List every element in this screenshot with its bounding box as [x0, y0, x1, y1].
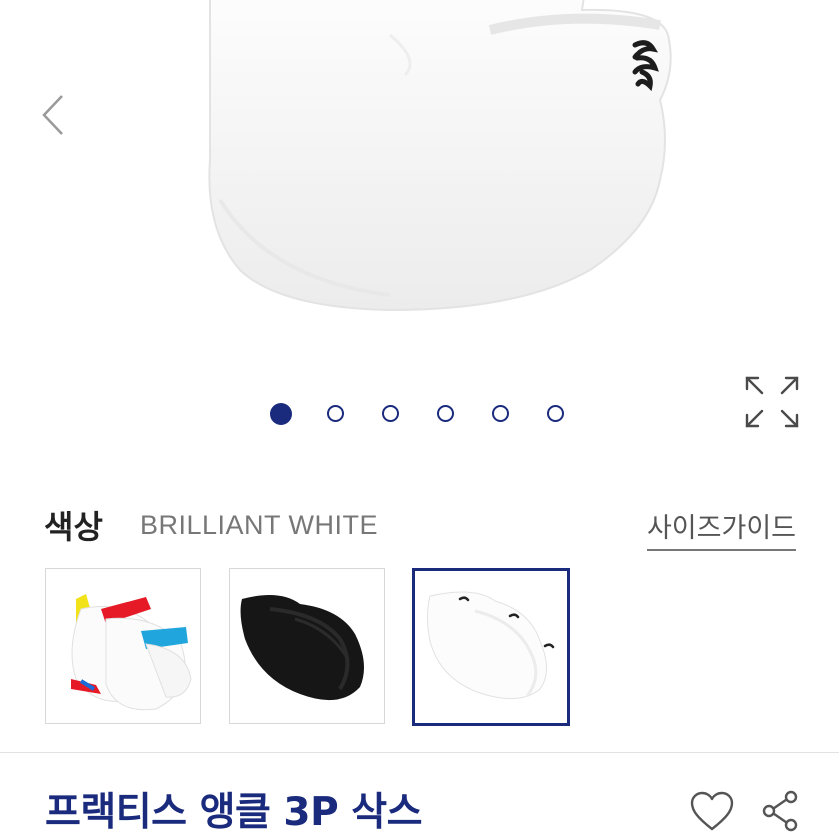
- pagination-dot-2[interactable]: [327, 405, 344, 422]
- pagination-dot-6[interactable]: [547, 405, 564, 422]
- product-main-image: [208, 0, 672, 312]
- color-swatch-brilliant-white[interactable]: [412, 568, 570, 726]
- product-title: 프랙티스 앵클 3P 삭스: [45, 790, 423, 835]
- color-swatch-multicolor[interactable]: [45, 568, 201, 724]
- expand-icon[interactable]: [742, 373, 802, 431]
- color-selector-header: 색상 BRILLIANT WHITE 사이즈가이드: [0, 500, 839, 560]
- black-socks-thumbnail: [240, 595, 364, 701]
- pagination-dot-5[interactable]: [492, 405, 509, 422]
- color-label: 색상: [44, 508, 103, 546]
- size-guide-link[interactable]: 사이즈가이드: [646, 506, 796, 551]
- white-socks-thumbnail: [427, 591, 555, 700]
- section-divider: [0, 752, 839, 753]
- color-swatch-black[interactable]: [229, 568, 385, 724]
- pagination-dot-1[interactable]: [270, 403, 292, 425]
- selected-color-value: BRILLIANT WHITE: [140, 510, 379, 540]
- share-icon[interactable]: [760, 789, 800, 833]
- heart-icon[interactable]: [688, 789, 736, 833]
- chevron-left-icon[interactable]: [36, 90, 70, 140]
- product-image-gallery[interactable]: [0, 0, 839, 460]
- pagination-dot-4[interactable]: [437, 405, 454, 422]
- pagination-dot-3[interactable]: [382, 405, 399, 422]
- multicolor-socks-thumbnail: [71, 594, 192, 711]
